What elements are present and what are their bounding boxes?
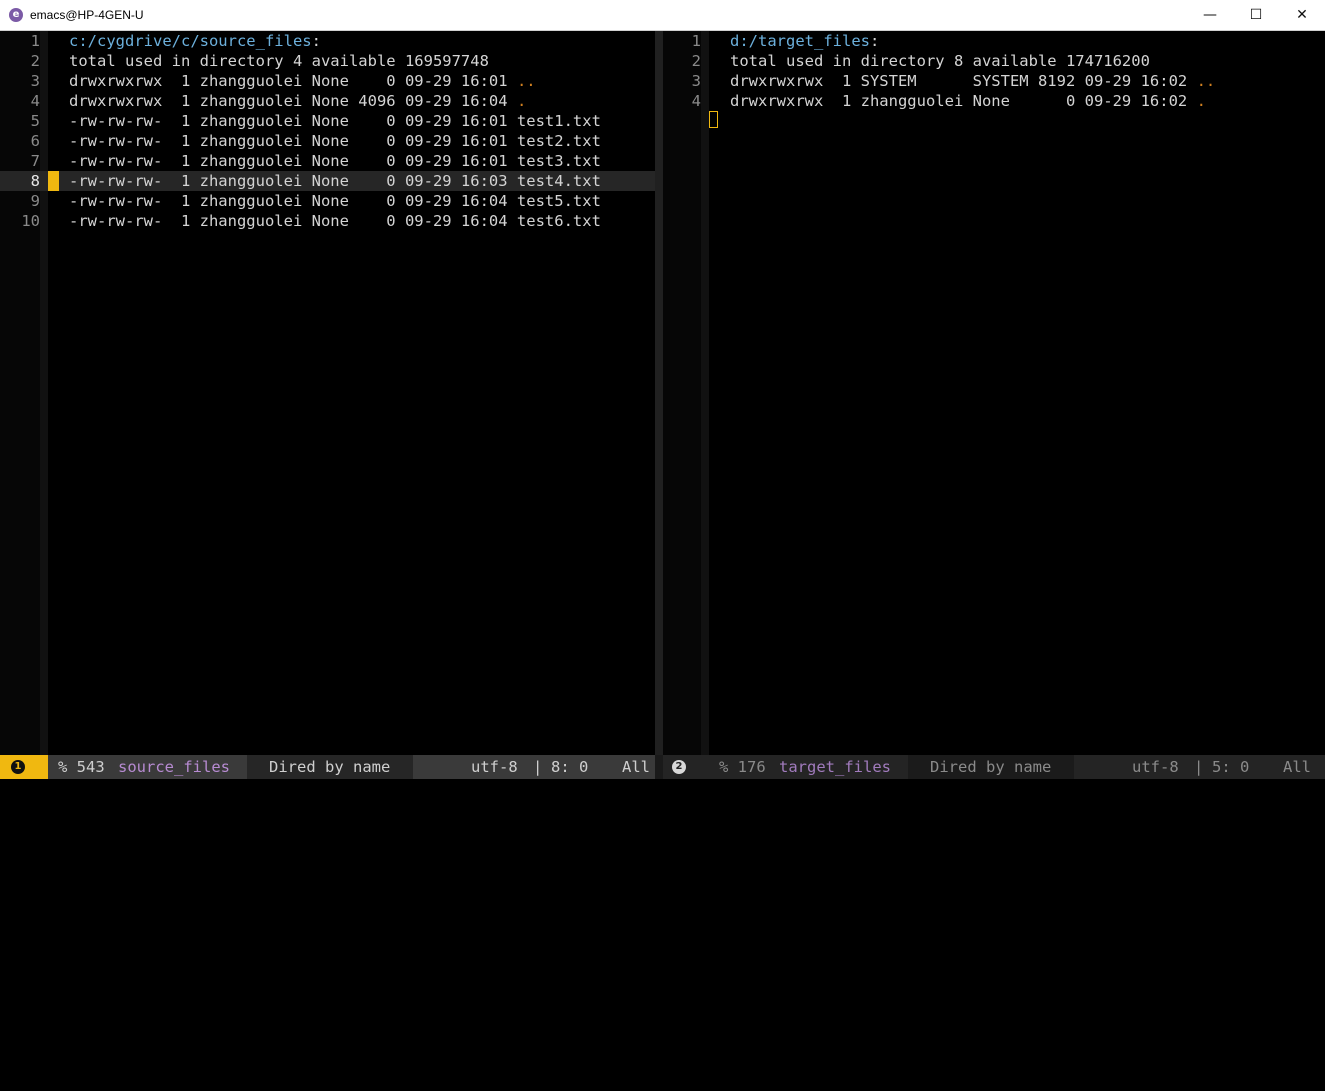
- mode-line-divider: [655, 755, 663, 779]
- parent-dir-link[interactable]: ..: [517, 72, 536, 90]
- cursor-position: 8: 0: [551, 758, 589, 776]
- buffer-name[interactable]: target_files: [779, 755, 891, 779]
- mode-line-left[interactable]: 1 % 543 source_files Dired by name utf-8…: [0, 755, 655, 779]
- buffer-size: % 176: [719, 758, 766, 776]
- window-number-indicator: 2: [663, 760, 1325, 875]
- line-number: 8: [30, 172, 40, 190]
- scroll-position: All: [622, 758, 650, 776]
- inactive-cursor: [709, 111, 718, 128]
- dired-file-entry[interactable]: 7 -rw-rw-rw- 1 zhangguolei None 0 09-29 …: [0, 151, 655, 171]
- emacs-icon: e: [9, 8, 23, 22]
- right-dired-pane[interactable]: 1 d:/target_files: 2 total used in direc…: [663, 31, 1325, 755]
- line-number: 1: [691, 32, 701, 50]
- dired-header-line[interactable]: 1 c:/cygdrive/c/source_files:: [0, 31, 655, 51]
- cursor-position: 5: 0: [1212, 758, 1250, 776]
- line-number: 9: [30, 192, 40, 210]
- dired-file-entry[interactable]: 10 -rw-rw-rw- 1 zhangguolei None 0 09-29…: [0, 211, 655, 231]
- current-dir-link[interactable]: .: [517, 92, 526, 110]
- directory-path[interactable]: d:/target_files: [730, 32, 870, 50]
- line-number: 3: [30, 72, 40, 90]
- encoding[interactable]: utf-8: [471, 755, 518, 779]
- parent-dir-link[interactable]: ..: [1197, 72, 1216, 90]
- cursor: [48, 171, 59, 191]
- close-button[interactable]: ✕: [1279, 0, 1325, 30]
- dired-total-line[interactable]: 2 total used in directory 4 available 16…: [0, 51, 655, 71]
- line-number: 2: [30, 52, 40, 70]
- buffer-size: % 543: [58, 758, 105, 776]
- mode-line-right[interactable]: 2 % 176 target_files Dired by name utf-8…: [663, 755, 1325, 779]
- line-number: 2: [691, 52, 701, 70]
- dired-entry-current[interactable]: 4 drwxrwxrwx 1 zhangguolei None 0 09-29 …: [663, 91, 1325, 111]
- dired-entry-current[interactable]: 4 drwxrwxrwx 1 zhangguolei None 4096 09-…: [0, 91, 655, 111]
- minimize-button[interactable]: —: [1187, 0, 1233, 30]
- dired-total-line[interactable]: 2 total used in directory 8 available 17…: [663, 51, 1325, 71]
- current-dir-link[interactable]: .: [1197, 92, 1206, 110]
- line-number: 10: [21, 212, 40, 230]
- dired-header-line[interactable]: 1 d:/target_files:: [663, 31, 1325, 51]
- minibuffer[interactable]: [0, 779, 1325, 800]
- dired-file-entry[interactable]: 9 -rw-rw-rw- 1 zhangguolei None 0 09-29 …: [0, 191, 655, 211]
- maximize-button[interactable]: ☐: [1233, 0, 1279, 30]
- window-divider[interactable]: [655, 31, 663, 755]
- window-title: emacs@HP-4GEN-U: [30, 8, 144, 22]
- line-number: 7: [30, 152, 40, 170]
- buffer-name[interactable]: source_files: [118, 755, 230, 779]
- title-bar: e emacs@HP-4GEN-U — ☐ ✕: [0, 0, 1325, 31]
- left-dired-pane[interactable]: 1 c:/cygdrive/c/source_files: 2 total us…: [0, 31, 655, 755]
- line-number: 4: [691, 92, 701, 110]
- fringe: [701, 31, 709, 755]
- dired-file-entry[interactable]: 6 -rw-rw-rw- 1 zhangguolei None 0 09-29 …: [0, 131, 655, 151]
- window-number-badge: 1: [11, 760, 25, 774]
- line-number: 1: [30, 32, 40, 50]
- line-number: 4: [30, 92, 40, 110]
- separator: |: [1194, 758, 1204, 776]
- encoding[interactable]: utf-8: [1132, 755, 1179, 779]
- window-number-indicator: 1: [0, 755, 48, 779]
- major-mode[interactable]: Dired by name: [930, 755, 1051, 779]
- dired-file-entry-current[interactable]: 8 -rw-rw-rw- 1 zhangguolei None 0 09-29 …: [0, 171, 655, 191]
- separator: |: [533, 758, 543, 776]
- line-number: 3: [691, 72, 701, 90]
- scroll-position: All: [1283, 758, 1311, 776]
- line-number: 5: [30, 112, 40, 130]
- major-mode[interactable]: Dired by name: [269, 755, 390, 779]
- line-number: 6: [30, 132, 40, 150]
- directory-path[interactable]: c:/cygdrive/c/source_files: [69, 32, 312, 50]
- window-number-badge: 2: [672, 760, 686, 774]
- dired-entry-parent[interactable]: 3 drwxrwxrwx 1 SYSTEM SYSTEM 8192 09-29 …: [663, 71, 1325, 91]
- dired-entry-parent[interactable]: 3 drwxrwxrwx 1 zhangguolei None 0 09-29 …: [0, 71, 655, 91]
- dired-file-entry[interactable]: 5 -rw-rw-rw- 1 zhangguolei None 0 09-29 …: [0, 111, 655, 131]
